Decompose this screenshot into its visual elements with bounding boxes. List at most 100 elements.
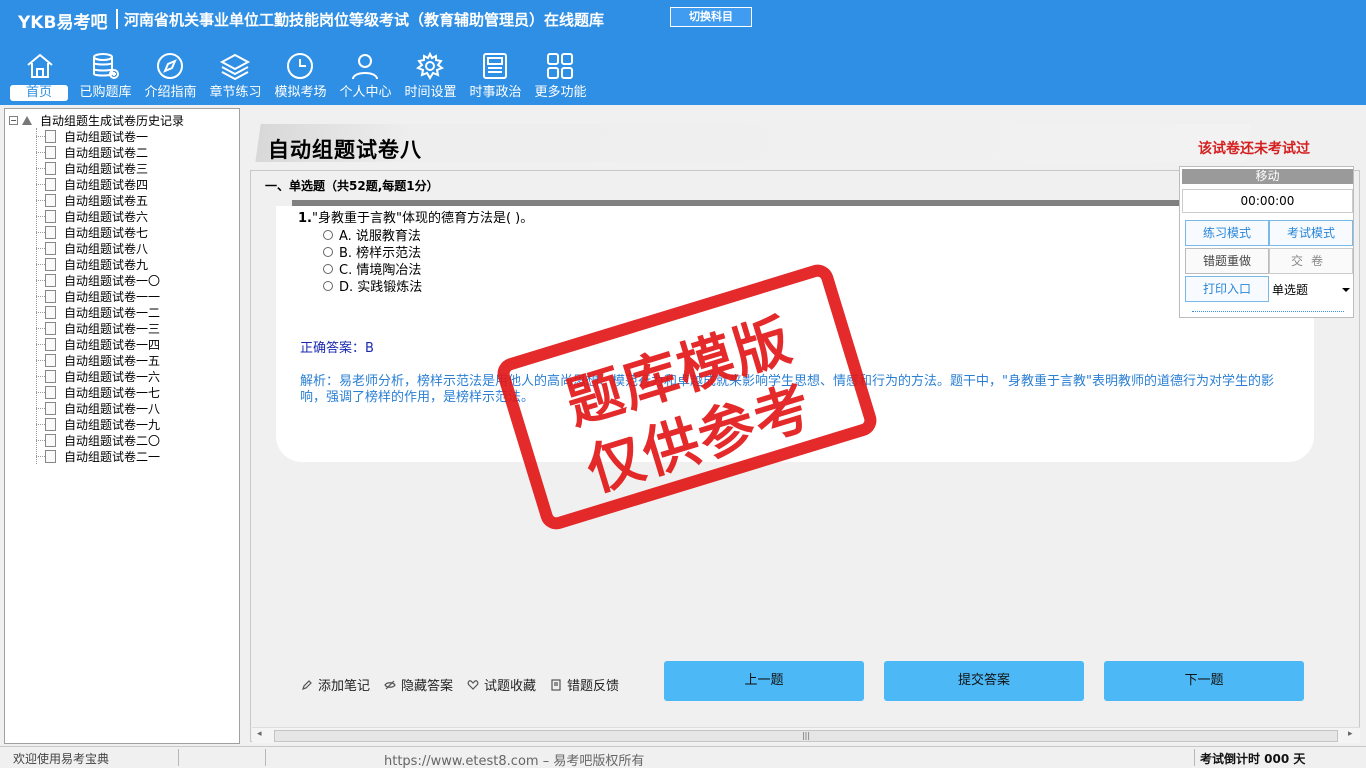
document-icon — [45, 433, 56, 447]
document-icon — [45, 129, 56, 143]
scroll-thumb[interactable]: ||| — [274, 730, 1338, 742]
radio-icon[interactable] — [323, 280, 333, 291]
document-icon — [45, 225, 56, 239]
nav-more[interactable]: 更多功能 — [528, 48, 593, 104]
document-icon — [45, 385, 56, 399]
nav-mock-exam-label: 模拟考场 — [274, 85, 327, 100]
nav-purchased[interactable]: 已购题库 — [73, 48, 138, 104]
hide-answer-label: 隐藏答案 — [401, 679, 454, 694]
document-icon — [45, 401, 56, 415]
tree-item-label: 自动组题试卷一二 — [64, 305, 161, 320]
status-divider — [1194, 749, 1195, 766]
exam-timer: 00:00:00 — [1182, 189, 1353, 213]
scroll-right-icon[interactable]: ▸ — [1348, 729, 1353, 739]
tree-item[interactable]: 自动组题试卷一五 — [33, 352, 160, 368]
top-banner: YKB易考吧 河南省机关事业单位工勤技能岗位等级考试（教育辅助管理员）在线题库 … — [0, 0, 1366, 105]
tree-item-label: 自动组题试卷五 — [64, 193, 149, 208]
nav-mock-exam[interactable]: 模拟考场 — [268, 48, 333, 104]
document-icon — [45, 305, 56, 319]
layers-icon — [219, 53, 251, 81]
tree-item[interactable]: 自动组题试卷一八 — [33, 400, 160, 416]
tree-item[interactable]: 自动组题试卷一四 — [33, 336, 160, 352]
home-icon — [27, 53, 53, 78]
document-icon — [45, 289, 56, 303]
hide-answer-button[interactable]: 隐藏答案 — [384, 675, 453, 694]
exam-status-text: 该试卷还未考试过 — [1198, 141, 1310, 157]
document-icon — [45, 177, 56, 191]
tree-item[interactable]: 自动组题试卷四 — [33, 176, 160, 192]
question-stem: 1."身教重于言教"体现的德育方法是( )。 — [298, 207, 533, 226]
tree-item[interactable]: 自动组题试卷一七 — [33, 384, 160, 400]
submit-answer-button[interactable]: 提交答案 — [884, 661, 1084, 701]
practice-mode-button[interactable]: 练习模式 — [1185, 220, 1269, 246]
collapse-icon[interactable]: − — [9, 115, 18, 125]
radio-icon[interactable] — [323, 229, 333, 240]
tree-item[interactable]: 自动组题试卷一九 — [33, 416, 160, 432]
tree-item[interactable]: 自动组题试卷一〇 — [33, 272, 160, 288]
heart-icon — [467, 679, 479, 690]
tree-item[interactable]: 自动组题试卷五 — [33, 192, 160, 208]
tree-item[interactable]: 自动组题试卷九 — [33, 256, 160, 272]
exam-mode-button[interactable]: 考试模式 — [1269, 220, 1353, 246]
document-icon — [45, 273, 56, 287]
tree-item[interactable]: 自动组题试卷一二 — [33, 304, 160, 320]
hand-in-button[interactable]: 交卷 — [1269, 248, 1353, 274]
nav-profile[interactable]: 个人中心 — [333, 48, 398, 104]
exam-control-panel: 移动 00:00:00 练习模式 考试模式 错题重做 交卷 打印入口 单选题 — [1179, 166, 1354, 318]
grid-icon — [547, 53, 573, 79]
add-note-button[interactable]: 添加笔记 — [301, 675, 370, 694]
tree-item[interactable]: 自动组题试卷二 — [33, 144, 160, 160]
error-report-button[interactable]: 错题反馈 — [550, 675, 619, 694]
tree-item[interactable]: 自动组题试卷六 — [33, 208, 160, 224]
horizontal-scrollbar[interactable]: ◂ ||| ▸ — [252, 727, 1360, 743]
nav-time-settings[interactable]: 时间设置 — [398, 48, 463, 104]
nav-chapter-label: 章节练习 — [209, 85, 262, 100]
document-icon — [45, 209, 56, 223]
document-icon — [45, 417, 56, 431]
option-d[interactable]: D. 实践锻炼法 — [323, 276, 422, 295]
copyright-text: https://www.etest8.com – 易考吧版权所有 — [384, 754, 645, 768]
user-icon — [352, 54, 378, 80]
tree-item[interactable]: 自动组题试卷八 — [33, 240, 160, 256]
tree-item[interactable]: 自动组题试卷七 — [33, 224, 160, 240]
favorite-button[interactable]: 试题收藏 — [467, 675, 536, 694]
tree-item-label: 自动组题试卷七 — [64, 225, 149, 240]
radio-icon[interactable] — [323, 263, 333, 274]
tree-item[interactable]: 自动组题试卷三 — [33, 160, 160, 176]
nav-chapter[interactable]: 章节练习 — [203, 48, 268, 104]
next-question-button[interactable]: 下一题 — [1104, 661, 1304, 701]
print-entry-button[interactable]: 打印入口 — [1185, 276, 1269, 302]
nav-current-affairs[interactable]: 时事政治 — [463, 48, 528, 104]
tree-item-label: 自动组题试卷二〇 — [64, 433, 161, 448]
question-number: 1. — [298, 211, 312, 226]
tree-root[interactable]: − 自动组题生成试卷历史记录 — [9, 112, 184, 128]
panel-move-handle[interactable]: 移动 — [1182, 169, 1353, 184]
tree-item[interactable]: 自动组题试卷二〇 — [33, 432, 160, 448]
tree-item[interactable]: 自动组题试卷二一 — [33, 448, 160, 464]
question-type-value: 单选题 — [1272, 283, 1309, 297]
tree-item[interactable]: 自动组题试卷一一 — [33, 288, 160, 304]
nav-guide[interactable]: 介绍指南 — [138, 48, 203, 104]
radio-icon[interactable] — [323, 246, 333, 257]
tree-item[interactable]: 自动组题试卷一 — [33, 128, 160, 144]
switch-subject-button[interactable]: 切换科目 — [670, 7, 752, 27]
nav-time-settings-label: 时间设置 — [404, 85, 457, 100]
tree-item-label: 自动组题试卷一五 — [64, 353, 161, 368]
question-type-select[interactable]: 单选题 — [1270, 277, 1354, 303]
tree-item[interactable]: 自动组题试卷一六 — [33, 368, 160, 384]
database-icon — [93, 53, 119, 79]
prev-question-button[interactable]: 上一题 — [664, 661, 864, 701]
scroll-left-icon[interactable]: ◂ — [257, 729, 262, 739]
tree-item[interactable]: 自动组题试卷一三 — [33, 320, 160, 336]
document-icon — [45, 193, 56, 207]
nav-current-affairs-label: 时事政治 — [469, 85, 522, 100]
nav-guide-label: 介绍指南 — [144, 85, 197, 100]
tree-item-label: 自动组题试卷一六 — [64, 369, 161, 384]
redo-errors-button[interactable]: 错题重做 — [1185, 248, 1269, 274]
nav-home[interactable]: 首页 — [8, 48, 73, 104]
eye-off-icon — [384, 680, 396, 689]
pencil-icon — [302, 679, 312, 690]
tree-item-label: 自动组题试卷二一 — [64, 449, 161, 464]
correct-answer: 正确答案：B — [300, 341, 374, 356]
newspaper-icon — [483, 53, 507, 79]
